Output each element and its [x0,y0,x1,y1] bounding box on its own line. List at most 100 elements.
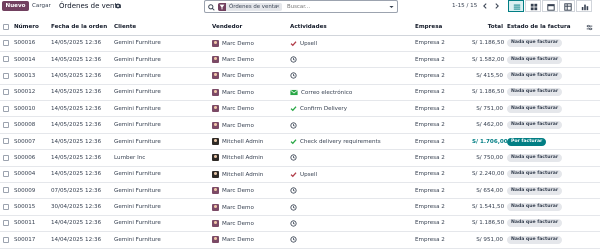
column-total[interactable]: Total [472,20,507,36]
status-badge: Nada que facturar [507,71,563,80]
salesperson-name: Marc Demo [222,73,254,80]
column-number[interactable]: Número [14,20,51,36]
table-row[interactable]: S00012 14/05/2025 12:36 Gemini Furniture Ma… [0,84,600,102]
activity-cell[interactable]: Correo electrónico [290,84,415,102]
row-checkbox[interactable] [0,84,14,102]
row-checkbox[interactable] [0,231,14,249]
new-button[interactable]: Nuevo [2,1,29,11]
activity-cell[interactable] [290,116,415,134]
row-checkbox[interactable] [0,133,14,151]
row-checkbox[interactable] [0,100,14,118]
activity-cell[interactable] [290,231,415,249]
search-bar[interactable]: Órdenes de venta ✕ [204,0,398,13]
load-button[interactable]: Cargar [32,2,51,10]
salesperson-cell[interactable]: Mitchell Admin [212,149,290,167]
control-panel: Nuevo Cargar Órdenes de venta Órdenes de… [0,0,600,13]
check-icon[interactable] [290,40,297,47]
salesperson-cell[interactable]: Marc Demo [212,35,290,52]
salesperson-cell[interactable]: Marc Demo [212,198,290,216]
salesperson-cell[interactable]: Marc Demo [212,84,290,102]
table-row[interactable]: S00013 14/05/2025 12:36 Gemini Furniture Ma… [0,67,600,85]
salesperson-cell[interactable]: Marc Demo [212,231,290,249]
sliders-icon [586,24,593,30]
clock-icon[interactable] [290,236,297,243]
clock-icon[interactable] [290,56,297,63]
column-date[interactable]: Fecha de la orden [51,20,114,36]
search-input[interactable] [287,3,387,11]
table-row[interactable]: S00004 14/05/2025 12:36 Gemini Furniture Mi… [0,166,600,184]
table-row[interactable]: S00006 14/05/2025 12:36 Lumber Inc Mitchell… [0,149,600,167]
salesperson-cell[interactable]: Mitchell Admin [212,166,290,184]
activity-cell[interactable]: Check delivery requirements [290,133,415,151]
salesperson-cell[interactable]: Marc Demo [212,67,290,85]
salesperson-cell[interactable]: Marc Demo [212,182,290,200]
table-row[interactable]: S00007 14/05/2025 12:36 Gemini Furniture Mi… [0,133,600,151]
column-activities[interactable]: Actividades [290,20,415,36]
column-invoice-status[interactable]: Estado de la factura [507,20,583,36]
clock-icon[interactable] [290,220,297,227]
row-checkbox[interactable] [0,198,14,216]
table-row[interactable]: S00011 14/04/2025 12:36 Gemini Furniture Ma… [0,215,600,233]
row-checkbox[interactable] [0,51,14,69]
table-row[interactable]: S00014 14/05/2025 12:36 Gemini Furniture Ma… [0,51,600,69]
salesperson-cell[interactable]: Marc Demo [212,51,290,69]
graph-view-button[interactable] [576,0,592,12]
activity-cell[interactable] [290,51,415,69]
row-checkbox[interactable] [0,67,14,85]
row-checkbox[interactable] [0,116,14,134]
table-row[interactable]: S00010 14/05/2025 12:36 Gemini Furniture Ma… [0,100,600,118]
activity-cell[interactable]: Upsell [290,35,415,52]
check-icon[interactable] [290,138,297,145]
row-checkbox[interactable] [0,215,14,233]
clock-icon[interactable] [290,72,297,80]
row-checkbox[interactable] [0,35,14,52]
activity-label: Check delivery requirements [300,139,381,146]
pivot-view-button[interactable] [559,0,575,12]
table-row[interactable]: S00015 30/04/2025 12:36 Gemini Furniture Ma… [0,198,600,216]
salesperson-cell[interactable]: Marc Demo [212,116,290,134]
clock-icon[interactable] [290,204,297,211]
envelope-icon[interactable] [290,89,298,96]
calendar-view-button[interactable] [542,0,558,12]
clock-icon[interactable] [290,122,297,129]
pager-value[interactable]: 1-15 / 15 [452,2,477,10]
table-row[interactable]: S00016 14/05/2025 12:36 Gemini Furniture Ma… [0,35,600,52]
activity-cell[interactable] [290,67,415,85]
chevron-left-icon[interactable] [481,2,489,10]
optional-columns-toggle[interactable] [583,20,600,36]
chevron-down-icon[interactable] [388,3,395,11]
customer: Lumber Inc [114,149,212,167]
activity-cell[interactable]: Upsell [290,166,415,184]
column-salesperson[interactable]: Vendedor [212,20,290,36]
gear-icon[interactable] [115,3,121,9]
clock-icon[interactable] [290,154,297,162]
table-row[interactable]: S00009 07/05/2025 12:36 Gemini Furniture Ma… [0,182,600,200]
check-icon[interactable] [290,105,297,112]
search-icon[interactable] [208,4,215,11]
list-view-button[interactable] [508,0,524,12]
activity-cell[interactable] [290,198,415,216]
salesperson-cell[interactable]: Marc Demo [212,100,290,118]
row-checkbox[interactable] [0,149,14,167]
row-checkbox[interactable] [0,166,14,184]
search-facet[interactable]: Órdenes de venta ✕ [218,3,282,11]
column-company[interactable]: Empresa [415,20,472,36]
salesperson-cell[interactable]: Mitchell Admin [212,133,290,151]
close-icon[interactable]: ✕ [276,3,280,11]
salesperson-name: Marc Demo [222,89,254,96]
check-icon[interactable] [290,171,297,178]
kanban-view-button[interactable] [525,0,541,12]
activity-cell[interactable] [290,215,415,233]
order-total: S/ 1.186,50 [472,35,507,52]
table-row[interactable]: S00017 14/04/2025 12:36 Gemini Furniture Ma… [0,231,600,249]
column-customer[interactable]: Cliente [114,20,212,36]
table-row[interactable]: S00008 14/05/2025 12:36 Gemini Furniture Ma… [0,116,600,134]
salesperson-cell[interactable]: Marc Demo [212,215,290,233]
clock-icon[interactable] [290,187,297,194]
activity-cell[interactable] [290,182,415,200]
chevron-right-icon[interactable] [493,2,501,10]
activity-cell[interactable] [290,149,415,167]
select-all-checkbox[interactable] [0,20,14,36]
row-checkbox[interactable] [0,182,14,200]
activity-cell[interactable]: Confirm Delivery [290,100,415,118]
